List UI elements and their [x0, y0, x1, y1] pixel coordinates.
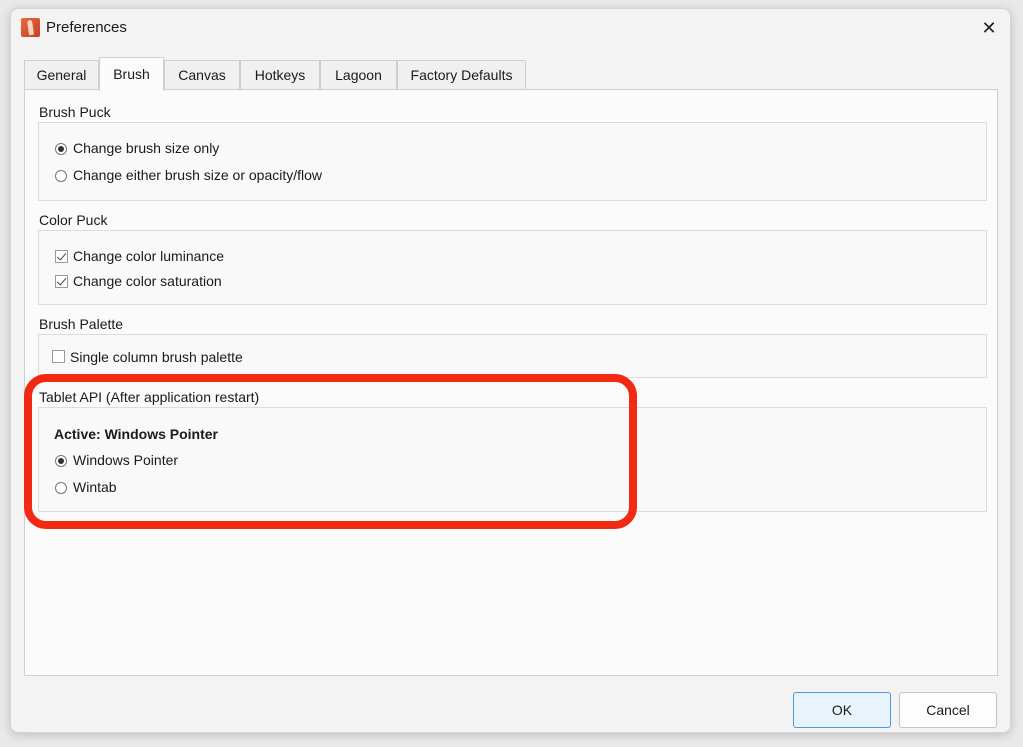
title-bar: Preferences ✕	[11, 9, 1010, 47]
color-saturation-checkbox[interactable]	[55, 275, 68, 288]
brush-tab-panel: Brush Puck Change brush size only Change…	[24, 89, 998, 676]
color-puck-heading: Color Puck	[39, 212, 108, 228]
tab-general[interactable]: General	[24, 60, 99, 90]
brush-palette-group: Single column brush palette	[38, 334, 987, 378]
windows-pointer-radio[interactable]	[55, 455, 67, 467]
cancel-button[interactable]: Cancel	[899, 692, 997, 728]
brush-size-or-opacity-label[interactable]: Change either brush size or opacity/flow	[73, 167, 322, 183]
wintab-label[interactable]: Wintab	[73, 479, 117, 495]
brush-size-only-label[interactable]: Change brush size only	[73, 140, 219, 156]
single-column-palette-checkbox[interactable]	[52, 350, 65, 363]
tab-hotkeys[interactable]: Hotkeys	[240, 60, 320, 90]
close-icon[interactable]: ✕	[976, 15, 1002, 41]
tab-canvas[interactable]: Canvas	[164, 60, 240, 90]
ok-button[interactable]: OK	[793, 692, 891, 728]
color-luminance-label[interactable]: Change color luminance	[73, 248, 224, 264]
brush-puck-heading: Brush Puck	[39, 104, 111, 120]
tablet-api-group: Active: Windows Pointer Windows Pointer …	[38, 407, 987, 512]
color-puck-group: Change color luminance Change color satu…	[38, 230, 987, 305]
windows-pointer-label[interactable]: Windows Pointer	[73, 452, 178, 468]
brush-palette-heading: Brush Palette	[39, 316, 124, 332]
color-luminance-checkbox[interactable]	[55, 250, 68, 263]
tab-brush[interactable]: Brush	[99, 57, 164, 91]
brush-puck-group: Change brush size only Change either bru…	[38, 122, 987, 201]
color-saturation-label[interactable]: Change color saturation	[73, 273, 222, 289]
tablet-api-heading: Tablet API (After application restart)	[39, 389, 260, 405]
window-title: Preferences	[46, 19, 127, 36]
wintab-radio[interactable]	[55, 482, 67, 494]
brush-size-or-opacity-radio[interactable]	[55, 170, 67, 182]
brush-size-only-radio[interactable]	[55, 143, 67, 155]
single-column-palette-label[interactable]: Single column brush palette	[70, 349, 243, 365]
tab-factory-defaults[interactable]: Factory Defaults	[397, 60, 526, 90]
tablet-api-active-status: Active: Windows Pointer	[54, 426, 219, 442]
tab-lagoon[interactable]: Lagoon	[320, 60, 397, 90]
app-icon	[21, 18, 40, 37]
preferences-dialog: Preferences ✕ General Brush Canvas Hotke…	[10, 8, 1011, 733]
